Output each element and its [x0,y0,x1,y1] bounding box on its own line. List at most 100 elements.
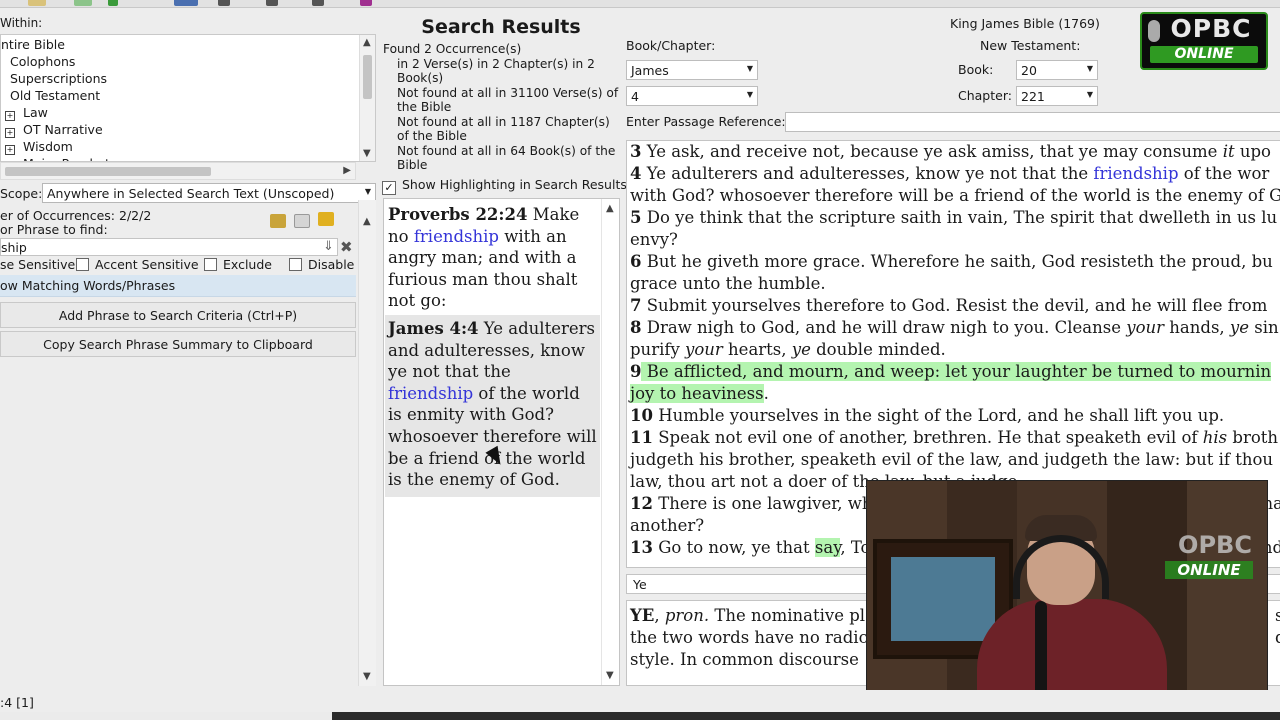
section-tree[interactable]: ntire Bible Colophons Superscriptions Old T… [0,34,376,162]
tree-item[interactable]: Colophons [1,54,75,69]
search-summary: Found 2 Occurrence(s) in 2 Verse(s) in 2… [383,42,619,173]
verse-line: purify your hearts, ye double minded. [630,339,1280,361]
tree-vertical-scrollbar[interactable]: ▲ ▼ [359,35,375,161]
verse-text: hands, [1164,318,1230,337]
search-results-list[interactable]: Proverbs 22:24 Make no friendship with a… [383,198,620,686]
verse-line: 10 Humble yourselves in the sight of the… [630,405,1280,427]
open-folder-icon[interactable] [270,214,286,228]
back-arrow-icon[interactable] [108,0,118,6]
copy-summary-button[interactable]: Copy Search Phrase Summary to Clipboard [0,331,356,357]
result-match: friendship [413,226,499,246]
verse-line: 3 Ye ask, and receive not, because ye as… [630,141,1280,163]
new-testament-label: New Testament: [980,38,1081,53]
scroll-up-icon[interactable]: ▲ [363,37,371,48]
phrase-value: ship [1,240,27,255]
accent-sensitive-checkbox[interactable] [76,258,89,271]
phrase-input[interactable]: ship [0,238,338,256]
add-phrase-label: Add Phrase to Search Criteria (Ctrl+P) [58,308,298,323]
tree-hscroll-thumb[interactable] [5,167,211,176]
scroll-up-icon[interactable]: ▲ [606,203,614,214]
dictionary-text: the two words have no radic [630,628,868,647]
verse-text: purify [630,340,686,359]
dictionary-text: The nominative pl [709,606,866,625]
scroll-up-icon[interactable]: ▲ [363,216,371,227]
verse-number: 10 [630,406,653,425]
book-select[interactable]: James ▼ [626,60,758,80]
verse-text: . [763,384,769,403]
verse-text: your [685,340,723,359]
tree-horizontal-scrollbar[interactable]: ▶ [0,162,356,180]
chapter-number-select[interactable]: 221 ▼ [1016,86,1098,106]
scroll-down-icon[interactable]: ▼ [606,670,614,681]
tree-scroll-thumb[interactable] [363,55,372,99]
result-reference: Proverbs 22:24 [388,205,528,224]
search-result[interactable]: Proverbs 22:24 Make no friendship with a… [385,201,600,318]
search-result[interactable]: James 4:4 Ye adulterers and adulteresses… [385,315,600,497]
verse-text: it [1222,142,1235,161]
pen-icon[interactable] [266,0,278,6]
exclude-label: Exclude [223,257,272,272]
exclude-checkbox[interactable] [204,258,217,271]
expand-icon[interactable]: + [5,111,15,121]
scroll-down-icon[interactable]: ▼ [363,148,371,159]
tree-item-label: Old Testament [10,88,101,103]
pen-icon[interactable] [360,0,372,6]
chapter-select[interactable]: 4 ▼ [626,86,758,106]
tree-item[interactable]: Superscriptions [1,71,107,86]
broom-icon[interactable] [318,212,334,226]
chevron-down-icon: ▼ [746,90,753,99]
tree-item[interactable]: + Wisdom [1,139,73,155]
selected-word-value: Ye [633,577,647,592]
scroll-down-icon[interactable]: ▼ [363,671,371,682]
results-vertical-scrollbar[interactable]: ▲ ▼ [601,199,619,685]
disable-checkbox[interactable] [289,258,302,271]
accent-sensitive-option[interactable]: Accent Sensitive [76,257,199,272]
tree-item[interactable]: Old Testament [1,88,100,103]
scroll-right-icon[interactable]: ▶ [343,165,351,176]
show-highlighting-option[interactable]: ✓ Show Highlighting in Search Results [382,177,627,195]
expand-icon[interactable]: + [5,145,15,155]
down-arrow-icon[interactable]: ⇓ [323,239,334,254]
show-highlighting-checkbox[interactable]: ✓ [382,181,396,195]
verse-text: envy? [630,230,678,249]
verse-text: another? [630,516,705,535]
expand-icon[interactable]: + [5,128,15,138]
verse-text: your [1126,318,1165,337]
pen-icon[interactable] [218,0,230,6]
webcam-logo-text: OPBC [1178,531,1252,559]
tree-item-label: Law [23,105,48,120]
accent-sensitive-label: Accent Sensitive [95,257,199,272]
add-phrase-button[interactable]: Add Phrase to Search Criteria (Ctrl+P) [0,302,356,328]
case-sensitive-option[interactable]: se Sensitive [0,257,75,272]
tree-item[interactable]: + Law [1,105,48,121]
left-vertical-scrollbar[interactable]: ▲ ▼ [358,200,376,686]
disable-option[interactable]: Disable [289,257,354,272]
verse-line: 8 Draw nigh to God, and he will draw nig… [630,317,1280,339]
scope-select[interactable]: Anywhere in Selected Search Text (Unscop… [42,183,376,203]
result-reference: James 4:4 [388,319,479,338]
pen-icon[interactable] [312,0,324,6]
save-icon[interactable] [294,214,310,228]
chapter-number-label: Chapter: [958,88,1012,103]
verse-text: Humble yourselves in the sight of the Lo… [652,406,1225,425]
tree-item[interactable]: ntire Bible [1,37,65,52]
toolbar-icon[interactable] [28,0,46,6]
disable-label: Disable [308,257,355,272]
dictionary-text-tail: si [1275,605,1280,627]
verse-text: broth [1227,428,1279,447]
verse-text: say [814,538,841,557]
scope-label: Scope: [0,186,43,201]
passage-reference-input[interactable] [785,112,1280,132]
verse-text: Be afflicted, and mourn, and weep: let y… [641,362,1272,381]
book-number-select[interactable]: 20 ▼ [1016,60,1098,80]
close-icon[interactable]: ✖ [340,238,353,256]
exclude-option[interactable]: Exclude [204,257,272,272]
bible-version-label: King James Bible (1769) [950,16,1100,31]
tree-item[interactable]: + OT Narrative [1,122,103,138]
toolbar-icon[interactable] [74,0,92,6]
show-matching-words-row[interactable]: ow Matching Words/Phrases [0,275,356,297]
toolbar-icon[interactable] [174,0,198,6]
verse-line: with God? whosoever therefore will be a … [630,185,1280,207]
book-select-value: James [631,63,669,78]
verse-number: 3 [630,142,642,161]
